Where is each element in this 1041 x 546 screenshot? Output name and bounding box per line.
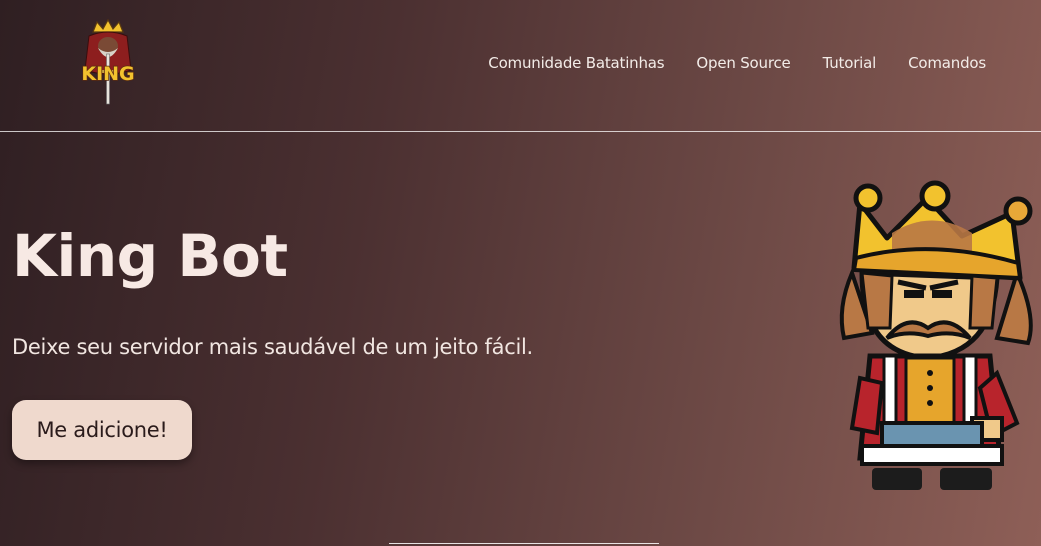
nav-link-tutorial[interactable]: Tutorial [823,54,877,72]
hero-title: King Bot [12,222,288,290]
nav-link-comandos[interactable]: Comandos [908,54,986,72]
add-bot-button[interactable]: Me adicione! [12,400,192,460]
king-mascot-illustration [839,180,1033,490]
svg-text:KING: KING [81,63,134,85]
section-divider [389,543,659,544]
hero-subtitle: Deixe seu servidor mais saudável de um j… [12,335,533,359]
nav-link-comunidade-batatinhas[interactable]: Comunidade Batatinhas [488,54,664,72]
top-navbar: KING Comunidade Batatinhas Open Source T… [0,0,1041,132]
nav-link-open-source[interactable]: Open Source [696,54,790,72]
king-logo-icon[interactable]: KING [75,18,141,106]
nav-links: Comunidade Batatinhas Open Source Tutori… [488,54,986,72]
